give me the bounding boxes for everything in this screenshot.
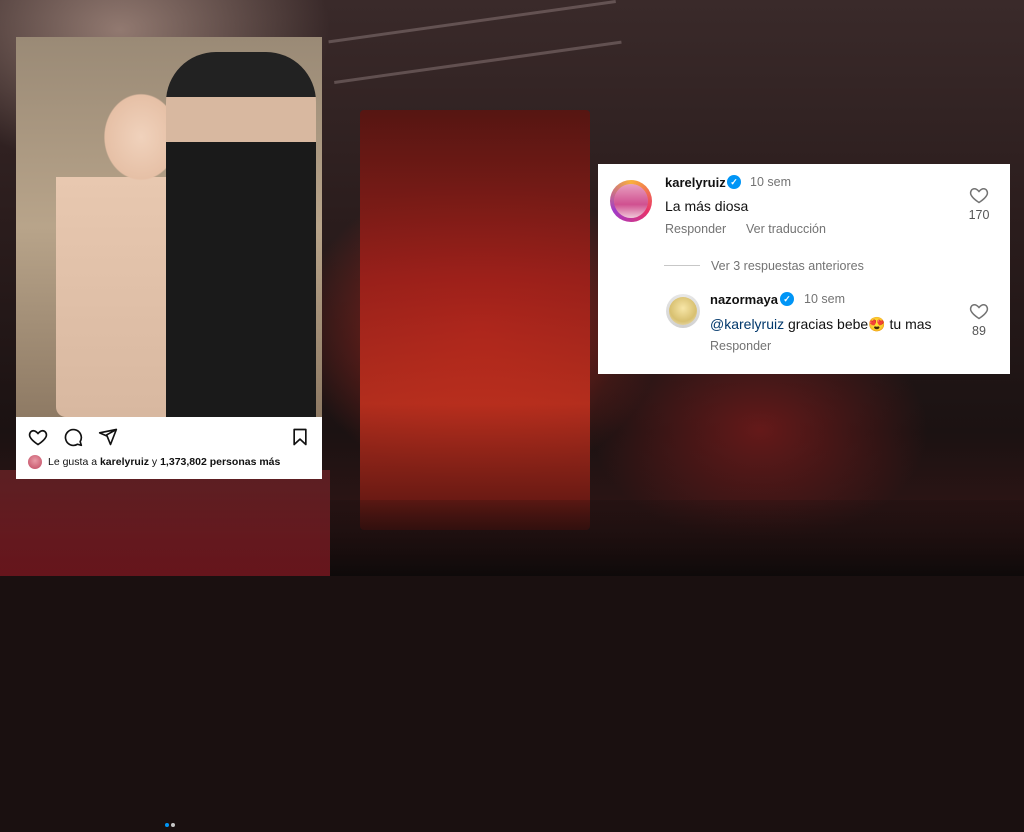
reply-button[interactable]: Responder <box>665 222 726 236</box>
heart-icon[interactable] <box>969 301 989 321</box>
likes-prefix: Le gusta a <box>48 455 98 468</box>
thread-divider <box>664 265 700 266</box>
photo-figure-man <box>166 52 316 417</box>
reply-like-count: 89 <box>972 324 986 338</box>
avatar[interactable] <box>610 180 652 222</box>
post-photo[interactable] <box>16 37 322 417</box>
likes-count-link[interactable]: 1,373,802 personas más <box>160 456 280 468</box>
reply-text-a: gracias bebe <box>788 316 869 332</box>
instagram-post: Le gusta a karelyruiz y 1,373,802 person… <box>16 37 322 827</box>
likes-user-link[interactable]: karelyruiz <box>100 456 149 468</box>
stage-lights <box>0 470 330 576</box>
likes-joiner: y <box>151 455 158 468</box>
heart-icon[interactable] <box>28 427 48 447</box>
bookmark-icon[interactable] <box>290 427 310 447</box>
post-action-bar <box>16 417 322 827</box>
verified-icon: ✓ <box>780 292 794 306</box>
reply-username[interactable]: nazormaya <box>710 292 778 307</box>
comment-username[interactable]: karelyruiz <box>665 175 726 190</box>
instagram-comments: karelyruiz ✓ 10 sem La más diosa Respond… <box>598 164 1010 374</box>
share-icon[interactable] <box>98 427 118 447</box>
mention-link[interactable]: @karelyruiz <box>710 316 784 332</box>
liker-avatar[interactable] <box>28 455 42 469</box>
heart-icon[interactable] <box>969 185 989 205</box>
view-replies-link[interactable]: Ver 3 respuestas anteriores <box>711 259 864 273</box>
crowd-silhouette <box>330 500 1024 576</box>
carousel-dots <box>164 814 176 832</box>
carousel-dot <box>171 823 175 827</box>
translate-button[interactable]: Ver traducción <box>746 222 826 236</box>
comment-like-count: 170 <box>968 208 990 222</box>
post-likes-line: Le gusta a karelyruiz y 1,373,802 person… <box>28 455 280 469</box>
reply-text: @karelyruiz gracias bebe😍 tu mas <box>710 316 932 333</box>
carousel-dot-active <box>165 823 169 827</box>
stage-truss <box>328 0 622 84</box>
comment-text: La más diosa <box>665 198 749 214</box>
avatar[interactable] <box>666 294 700 328</box>
emoji: 😍 <box>868 316 886 332</box>
reply-button[interactable]: Responder <box>710 339 771 353</box>
verified-icon: ✓ <box>727 175 741 189</box>
reply-text-b: tu mas <box>889 316 932 332</box>
comment-icon[interactable] <box>63 427 83 447</box>
stage-screen <box>360 110 590 530</box>
reply-time[interactable]: 10 sem <box>804 292 845 306</box>
comment-time[interactable]: 10 sem <box>750 175 791 189</box>
